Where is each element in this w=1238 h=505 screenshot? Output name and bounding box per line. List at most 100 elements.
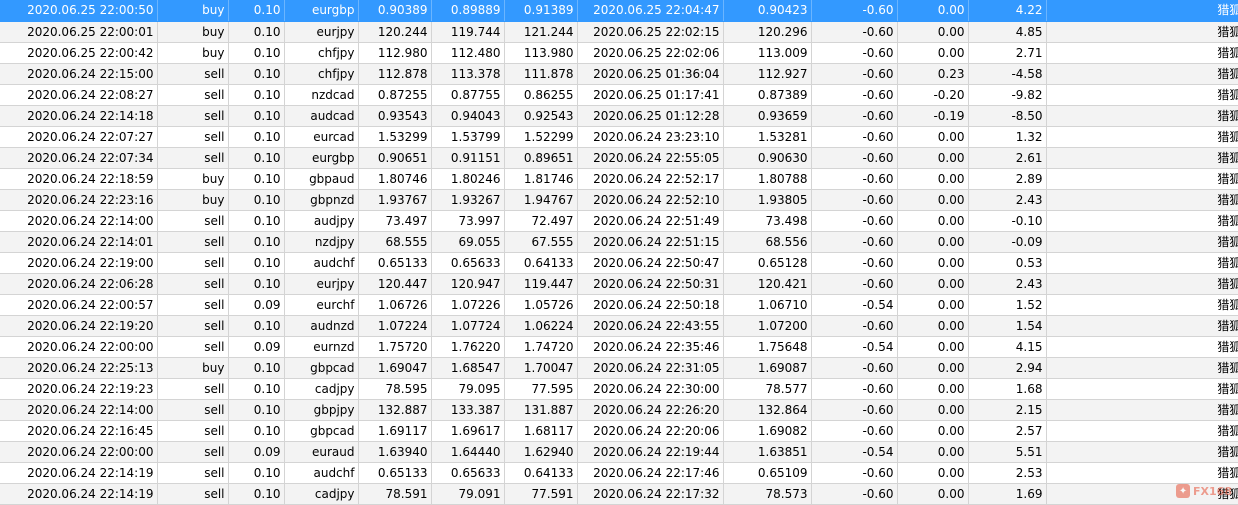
cell-type: sell bbox=[157, 378, 229, 400]
cell-open-price: 1.69117 bbox=[358, 420, 432, 442]
table-row[interactable]: 2020.06.24 22:07:34 sell 0.10 eurgbp 0.90651… bbox=[0, 147, 1238, 169]
cell-close-time: 2020.06.24 22:50:31 bbox=[577, 273, 724, 295]
cell-open-time: 2020.06.24 22:19:23 bbox=[0, 378, 158, 400]
cell-open-time: 2020.06.24 22:14:18 bbox=[0, 105, 158, 127]
table-row[interactable]: 2020.06.24 22:00:00 sell 0.09 euraud 1.63940… bbox=[0, 441, 1238, 463]
cell-commission: -0.60 bbox=[811, 420, 898, 442]
cell-open-time: 2020.06.24 22:14:00 bbox=[0, 210, 158, 232]
cell-close-price: 1.06710 bbox=[723, 294, 812, 316]
cell-close-time: 2020.06.24 22:51:15 bbox=[577, 231, 724, 253]
cell-close-time: 2020.06.24 22:43:55 bbox=[577, 315, 724, 337]
cell-stop-loss: 0.91151 bbox=[431, 147, 505, 169]
cell-size: 0.10 bbox=[228, 231, 285, 253]
cell-stop-loss: 79.095 bbox=[431, 378, 505, 400]
cell-commission: -0.60 bbox=[811, 462, 898, 484]
cell-symbol: audjpy bbox=[284, 210, 359, 232]
table-row[interactable]: 2020.06.24 22:14:00 sell 0.10 gbpjpy 132.887… bbox=[0, 399, 1238, 421]
table-row[interactable]: 2020.06.25 22:00:42 buy 0.10 chfjpy 112.980 1… bbox=[0, 42, 1238, 64]
cell-size: 0.10 bbox=[228, 315, 285, 337]
cell-open-price: 0.65133 bbox=[358, 462, 432, 484]
table-row[interactable]: 2020.06.24 22:14:19 sell 0.10 audchf 0.65133… bbox=[0, 462, 1238, 484]
cell-type: buy bbox=[157, 168, 229, 190]
cell-stop-loss: 112.480 bbox=[431, 42, 505, 64]
cell-take-profit: 0.89651 bbox=[504, 147, 578, 169]
cell-swap: 0.00 bbox=[897, 231, 969, 253]
table-row[interactable]: 2020.06.24 22:16:45 sell 0.10 gbpcad 1.69117… bbox=[0, 420, 1238, 442]
table-row[interactable]: 2020.06.24 22:14:18 sell 0.10 audcad 0.93543… bbox=[0, 105, 1238, 127]
cell-size: 0.10 bbox=[228, 462, 285, 484]
cell-open-time: 2020.06.24 22:00:00 bbox=[0, 441, 158, 463]
cell-type: sell bbox=[157, 336, 229, 358]
cell-profit: 1.54 bbox=[968, 315, 1047, 337]
cell-open-price: 0.90651 bbox=[358, 147, 432, 169]
cell-comment: 猎狐2.0 bbox=[1046, 462, 1238, 484]
cell-take-profit: 121.244 bbox=[504, 21, 578, 43]
cell-close-time: 2020.06.24 22:26:20 bbox=[577, 399, 724, 421]
cell-close-price: 1.69087 bbox=[723, 357, 812, 379]
table-row[interactable]: 2020.06.24 22:06:28 sell 0.10 eurjpy 120.447… bbox=[0, 273, 1238, 295]
cell-swap: 0.00 bbox=[897, 168, 969, 190]
cell-open-time: 2020.06.24 22:19:20 bbox=[0, 315, 158, 337]
cell-swap: 0.00 bbox=[897, 357, 969, 379]
cell-commission: -0.60 bbox=[811, 84, 898, 106]
cell-swap: 0.00 bbox=[897, 336, 969, 358]
cell-comment: 猎狐2.0 bbox=[1046, 399, 1238, 421]
table-row[interactable]: 2020.06.24 22:19:23 sell 0.10 cadjpy 78.595 7… bbox=[0, 378, 1238, 400]
cell-take-profit: 131.887 bbox=[504, 399, 578, 421]
cell-commission: -0.60 bbox=[811, 210, 898, 232]
cell-profit: 2.43 bbox=[968, 189, 1047, 211]
cell-close-time: 2020.06.24 22:20:06 bbox=[577, 420, 724, 442]
table-row[interactable]: 2020.06.24 22:15:00 sell 0.10 chfjpy 112.878… bbox=[0, 63, 1238, 85]
cell-size: 0.10 bbox=[228, 147, 285, 169]
table-row[interactable]: 2020.06.24 22:14:00 sell 0.10 audjpy 73.497 7… bbox=[0, 210, 1238, 232]
table-row[interactable]: 2020.06.24 22:14:01 sell 0.10 nzdjpy 68.555 6… bbox=[0, 231, 1238, 253]
cell-close-time: 2020.06.25 22:02:15 bbox=[577, 21, 724, 43]
cell-comment: 猎狐2.0 bbox=[1046, 147, 1238, 169]
table-row[interactable]: 2020.06.24 22:00:00 sell 0.09 eurnzd 1.75720… bbox=[0, 336, 1238, 358]
cell-take-profit: 111.878 bbox=[504, 63, 578, 85]
table-row[interactable]: 2020.06.24 22:19:20 sell 0.10 audnzd 1.07224… bbox=[0, 315, 1238, 337]
cell-symbol: audnzd bbox=[284, 315, 359, 337]
cell-comment: 猎狐2.0 bbox=[1046, 63, 1238, 85]
cell-swap: 0.00 bbox=[897, 0, 969, 22]
cell-commission: -0.60 bbox=[811, 357, 898, 379]
cell-size: 0.10 bbox=[228, 42, 285, 64]
cell-comment: 猎狐2.0 bbox=[1046, 378, 1238, 400]
table-row[interactable]: 2020.06.24 22:08:27 sell 0.10 nzdcad 0.87255… bbox=[0, 84, 1238, 106]
table-row[interactable]: 2020.06.24 22:00:57 sell 0.09 eurchf 1.06726… bbox=[0, 294, 1238, 316]
cell-open-price: 1.75720 bbox=[358, 336, 432, 358]
cell-open-time: 2020.06.24 22:00:57 bbox=[0, 294, 158, 316]
cell-stop-loss: 1.68547 bbox=[431, 357, 505, 379]
cell-open-price: 112.878 bbox=[358, 63, 432, 85]
cell-swap: 0.00 bbox=[897, 441, 969, 463]
cell-comment: 猎狐2.0 bbox=[1046, 0, 1238, 22]
cell-profit: 2.71 bbox=[968, 42, 1047, 64]
cell-commission: -0.60 bbox=[811, 399, 898, 421]
cell-open-price: 120.244 bbox=[358, 21, 432, 43]
table-row[interactable]: 2020.06.24 22:19:00 sell 0.10 audchf 0.65133… bbox=[0, 252, 1238, 274]
cell-open-time: 2020.06.24 22:18:59 bbox=[0, 168, 158, 190]
cell-profit: 4.22 bbox=[968, 0, 1047, 22]
cell-profit: 1.68 bbox=[968, 378, 1047, 400]
cell-open-price: 120.447 bbox=[358, 273, 432, 295]
cell-open-price: 78.595 bbox=[358, 378, 432, 400]
table-row[interactable]: 2020.06.25 22:00:01 buy 0.10 eurjpy 120.244 1… bbox=[0, 21, 1238, 43]
cell-profit: -4.58 bbox=[968, 63, 1047, 85]
table-row[interactable]: 2020.06.24 22:18:59 buy 0.10 gbpaud 1.80746 1… bbox=[0, 168, 1238, 190]
cell-open-price: 1.63940 bbox=[358, 441, 432, 463]
cell-symbol: nzdjpy bbox=[284, 231, 359, 253]
cell-commission: -0.60 bbox=[811, 189, 898, 211]
cell-stop-loss: 1.93267 bbox=[431, 189, 505, 211]
table-row[interactable]: 2020.06.24 22:23:16 buy 0.10 gbpnzd 1.93767 1… bbox=[0, 189, 1238, 211]
cell-close-price: 73.498 bbox=[723, 210, 812, 232]
cell-symbol: audchf bbox=[284, 252, 359, 274]
cell-size: 0.10 bbox=[228, 0, 285, 22]
cell-swap: 0.00 bbox=[897, 462, 969, 484]
cell-symbol: audchf bbox=[284, 462, 359, 484]
cell-close-time: 2020.06.24 22:17:46 bbox=[577, 462, 724, 484]
table-row[interactable]: 2020.06.25 22:00:50 buy 0.10 eurgbp 0.90389 0… bbox=[0, 0, 1238, 22]
cell-type: sell bbox=[157, 252, 229, 274]
table-row[interactable]: 2020.06.24 22:07:27 sell 0.10 eurcad 1.53299… bbox=[0, 126, 1238, 148]
table-row[interactable]: 2020.06.24 22:25:13 buy 0.10 gbpcad 1.69047 1… bbox=[0, 357, 1238, 379]
cell-open-time: 2020.06.24 22:16:45 bbox=[0, 420, 158, 442]
